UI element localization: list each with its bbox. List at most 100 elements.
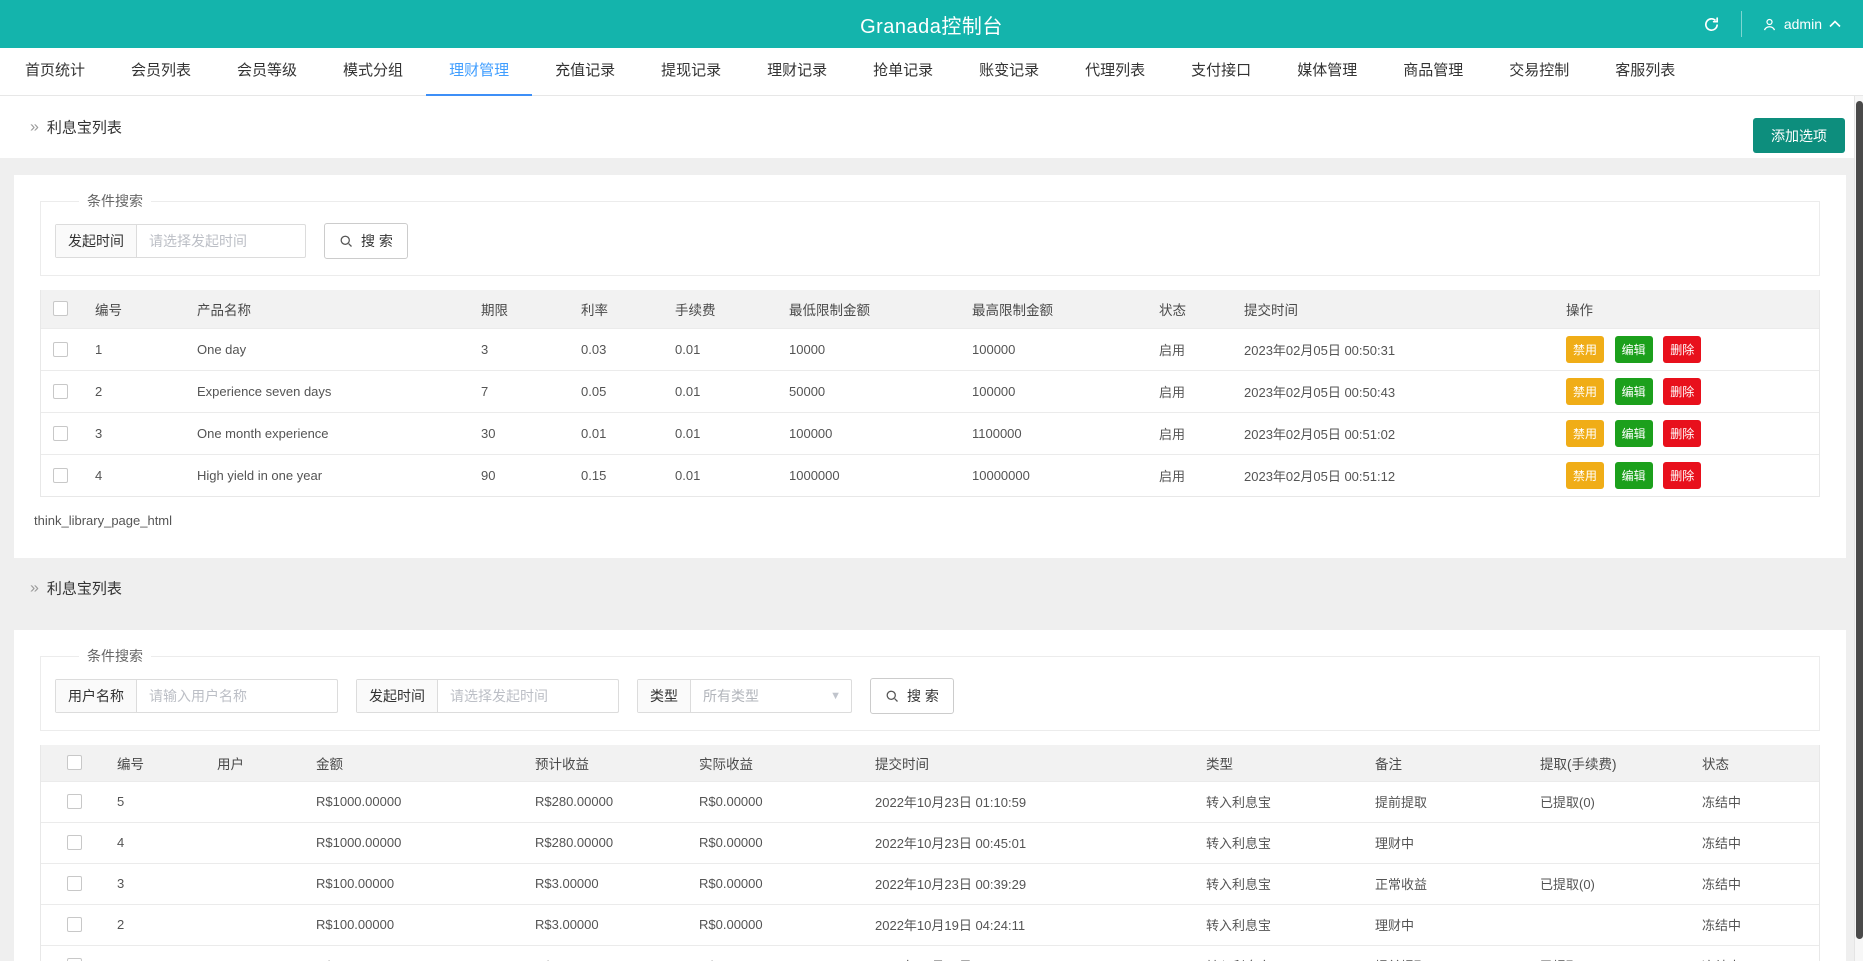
start-time-label: 发起时间 — [357, 680, 438, 712]
select-all-checkbox[interactable] — [53, 301, 68, 316]
edit-button[interactable]: 编辑 — [1615, 336, 1653, 363]
user-name-input[interactable] — [137, 680, 337, 712]
disable-button[interactable]: 禁用 — [1566, 420, 1604, 447]
row-checkbox[interactable] — [67, 917, 82, 932]
cell-status: 冻结中 — [1692, 863, 1819, 904]
row-checkbox[interactable] — [53, 342, 68, 357]
row-checkbox[interactable] — [67, 835, 82, 850]
app-title: Granada控制台 — [0, 10, 1863, 39]
col-withdraw-fee: 提取(手续费) — [1530, 745, 1692, 781]
tab-agent-list[interactable]: 代理列表 — [1062, 48, 1168, 96]
tab-order-grab-records[interactable]: 抢单记录 — [850, 48, 956, 96]
table-header-row: 编号 产品名称 期限 利率 手续费 最低限制金额 最高限制金额 状态 提交时间 … — [41, 290, 1819, 328]
tab-withdraw-records[interactable]: 提现记录 — [638, 48, 744, 96]
breadcrumb-bar: » 利息宝列表 添加选项 — [0, 96, 1863, 158]
cell-product-name: High yield in one year — [187, 454, 471, 496]
type-group: 类型 所有类型 ▼ — [637, 679, 852, 713]
tab-finance-records[interactable]: 理财记录 — [744, 48, 850, 96]
edit-button[interactable]: 编辑 — [1615, 378, 1653, 405]
start-time-input[interactable] — [438, 680, 618, 712]
product-list-card: 条件搜索 发起时间 搜 索 — [14, 175, 1846, 558]
breadcrumb: » 利息宝列表 — [30, 117, 122, 138]
row-checkbox[interactable] — [67, 876, 82, 891]
start-time-input[interactable] — [137, 225, 305, 257]
type-label: 类型 — [638, 680, 691, 712]
row-checkbox[interactable] — [53, 426, 68, 441]
start-time-group: 发起时间 — [55, 224, 306, 258]
col-submit-time: 提交时间 — [1234, 290, 1556, 328]
cell-id: 1 — [107, 945, 207, 961]
tab-member-level[interactable]: 会员等级 — [214, 48, 320, 96]
select-all-checkbox[interactable] — [67, 755, 82, 770]
tab-trade-control[interactable]: 交易控制 — [1486, 48, 1592, 96]
search-icon — [885, 689, 900, 704]
tab-finance-manage[interactable]: 理财管理 — [426, 48, 532, 96]
delete-button[interactable]: 删除 — [1663, 336, 1701, 363]
delete-button[interactable]: 删除 — [1663, 420, 1701, 447]
tab-home-stats[interactable]: 首页统计 — [2, 48, 108, 96]
cell-id: 3 — [85, 412, 187, 454]
table-row: 1 R$100.00000 R$3.00000 R$0.00000 2022年1… — [41, 945, 1819, 961]
col-term: 期限 — [471, 290, 571, 328]
cell-status: 启用 — [1149, 454, 1234, 496]
cell-max-limit: 1100000 — [962, 412, 1149, 454]
cell-rate: 0.03 — [571, 328, 665, 370]
tab-payment-api[interactable]: 支付接口 — [1168, 48, 1274, 96]
row-checkbox[interactable] — [67, 794, 82, 809]
cell-remark: 理财中 — [1365, 904, 1530, 945]
tab-service-list[interactable]: 客服列表 — [1592, 48, 1698, 96]
cell-actual-profit: R$0.00000 — [689, 904, 865, 945]
search-button-1[interactable]: 搜 索 — [324, 223, 408, 259]
vertical-scrollbar — [1854, 96, 1863, 961]
edit-button[interactable]: 编辑 — [1615, 462, 1653, 489]
type-select[interactable]: 所有类型 ▼ — [691, 680, 851, 712]
admin-menu[interactable]: admin — [1754, 0, 1849, 48]
tab-account-change-records[interactable]: 账变记录 — [956, 48, 1062, 96]
cell-rate: 0.15 — [571, 454, 665, 496]
search-button-2[interactable]: 搜 索 — [870, 678, 954, 714]
col-status: 状态 — [1149, 290, 1234, 328]
cell-rate: 0.01 — [571, 412, 665, 454]
edit-button[interactable]: 编辑 — [1615, 420, 1653, 447]
col-status: 状态 — [1692, 745, 1819, 781]
cell-amount: R$100.00000 — [306, 945, 525, 961]
disable-button[interactable]: 禁用 — [1566, 378, 1604, 405]
start-time-group: 发起时间 — [356, 679, 619, 713]
col-actual-profit: 实际收益 — [689, 745, 865, 781]
scrollbar-thumb[interactable] — [1856, 101, 1863, 939]
table-header-row: 编号 用户 金额 预计收益 实际收益 提交时间 类型 备注 提取(手续费) 状态 — [41, 745, 1819, 781]
col-fee: 手续费 — [665, 290, 779, 328]
tab-recharge-records[interactable]: 充值记录 — [532, 48, 638, 96]
cell-amount: R$1000.00000 — [306, 781, 525, 822]
table-row: 4 High yield in one year 90 0.15 0.01 10… — [41, 454, 1819, 496]
table-row: 2 Experience seven days 7 0.05 0.01 5000… — [41, 370, 1819, 412]
col-product-name: 产品名称 — [187, 290, 471, 328]
refresh-icon[interactable] — [1695, 0, 1729, 48]
delete-button[interactable]: 删除 — [1663, 378, 1701, 405]
disable-button[interactable]: 禁用 — [1566, 336, 1604, 363]
cell-status: 冻结中 — [1692, 822, 1819, 863]
row-checkbox[interactable] — [53, 468, 68, 483]
delete-button[interactable]: 删除 — [1663, 462, 1701, 489]
cell-remark: 提前提取 — [1365, 781, 1530, 822]
cell-product-name: One day — [187, 328, 471, 370]
row-checkbox[interactable] — [53, 384, 68, 399]
search-legend: 条件搜索 — [79, 191, 151, 211]
cell-actual-profit: R$0.00000 — [689, 822, 865, 863]
disable-button[interactable]: 禁用 — [1566, 462, 1604, 489]
cell-withdraw-fee — [1530, 904, 1692, 945]
user-name-group: 用户名称 — [55, 679, 338, 713]
col-remark: 备注 — [1365, 745, 1530, 781]
tab-goods-manage[interactable]: 商品管理 — [1380, 48, 1486, 96]
cell-min-limit: 1000000 — [779, 454, 962, 496]
cell-id: 2 — [107, 904, 207, 945]
cell-submit-time: 2022年10月19日 04:24:11 — [865, 904, 1196, 945]
tab-media-manage[interactable]: 媒体管理 — [1274, 48, 1380, 96]
col-id: 编号 — [107, 745, 207, 781]
tab-member-list[interactable]: 会员列表 — [108, 48, 214, 96]
cell-status: 冻结中 — [1692, 945, 1819, 961]
table-row: 4 R$1000.00000 R$280.00000 R$0.00000 202… — [41, 822, 1819, 863]
tab-mode-group[interactable]: 模式分组 — [320, 48, 426, 96]
cell-withdraw-fee: 已提取(0) — [1530, 945, 1692, 961]
add-option-button[interactable]: 添加选项 — [1753, 118, 1845, 153]
